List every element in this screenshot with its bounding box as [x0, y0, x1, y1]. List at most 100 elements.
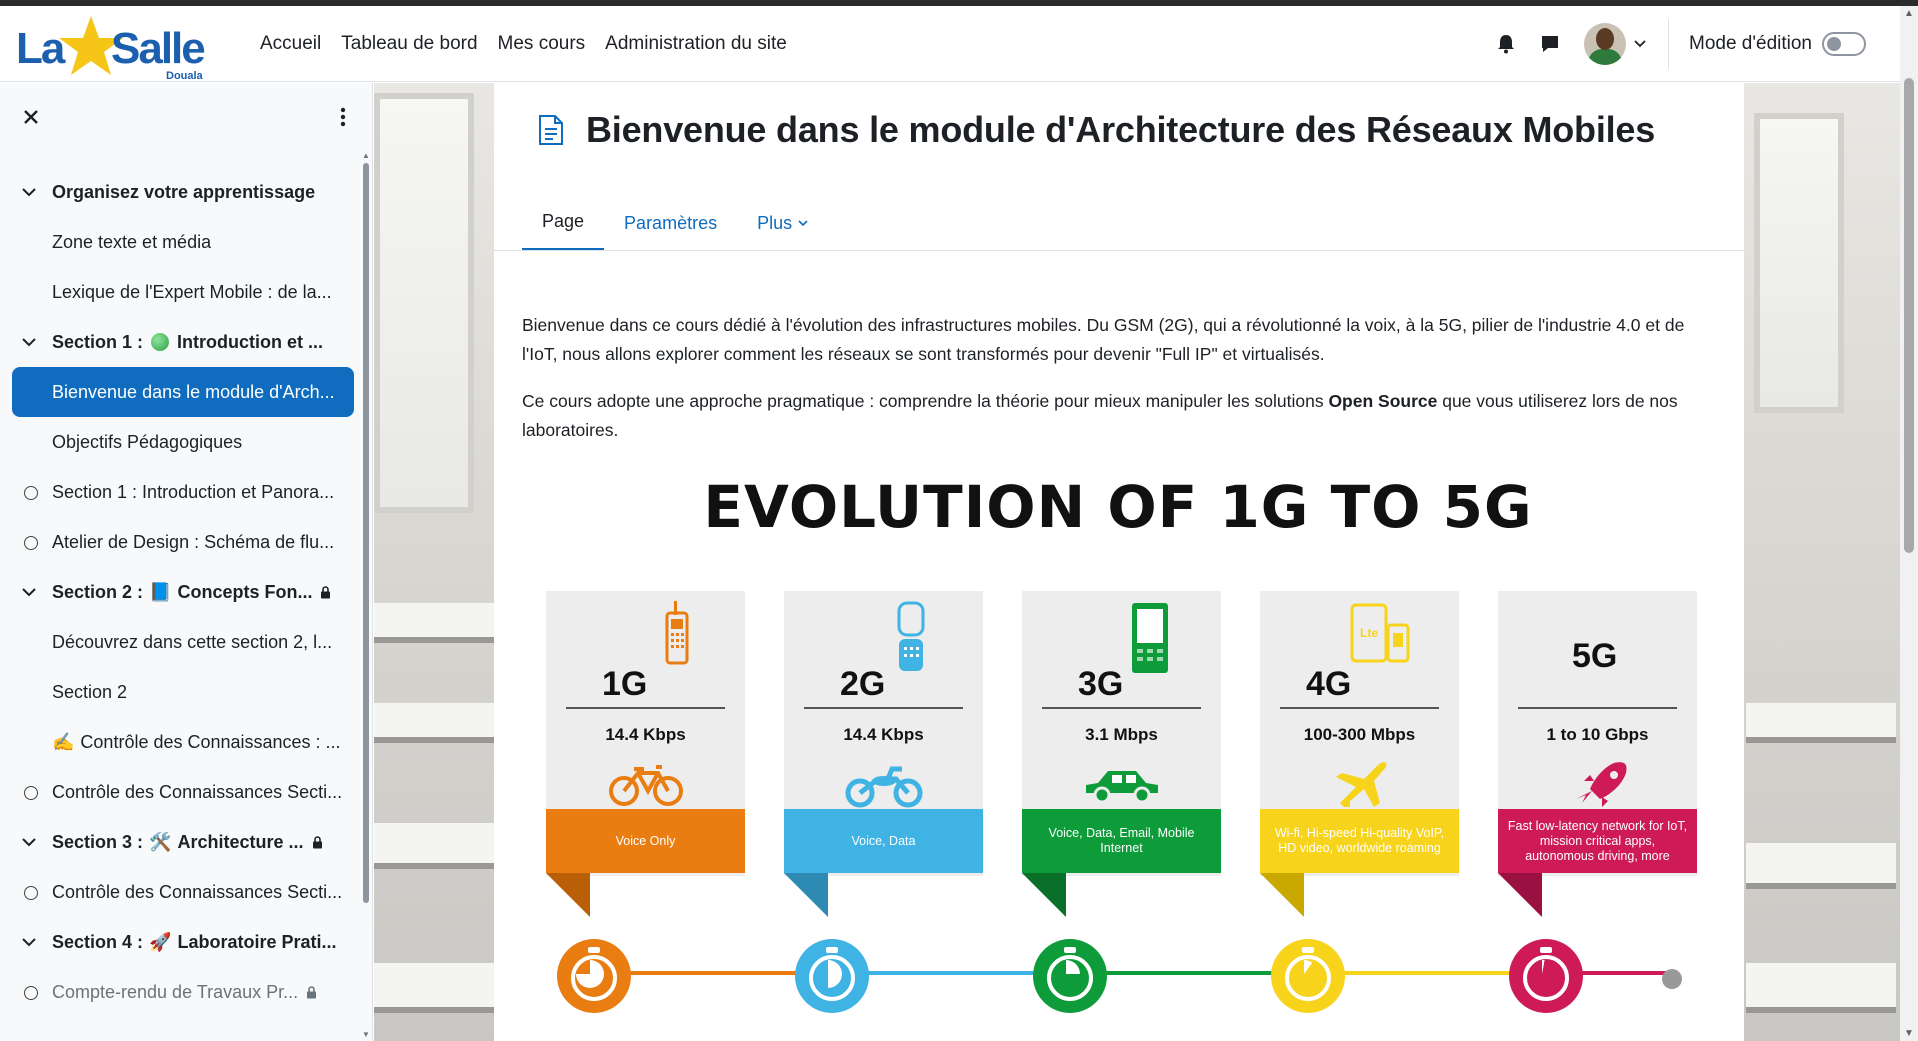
- edit-mode-control: Mode d'édition: [1689, 32, 1866, 56]
- index-item-label: Bienvenue dans le module d'Arch...: [52, 381, 335, 402]
- chevron-down-icon[interactable]: [22, 837, 40, 847]
- logo-subtitle: Douala: [166, 70, 203, 82]
- nav-link-accueil[interactable]: Accueil: [250, 33, 331, 55]
- nav-link-mes-cours[interactable]: Mes cours: [488, 33, 596, 55]
- section-2[interactable]: Section 2 : 📘 Concepts Fon...: [12, 567, 354, 617]
- course-index-list: Organisez votre apprentissage Zone texte…: [12, 167, 354, 1017]
- index-item-label: Découvrez dans cette section 2, l...: [52, 631, 333, 652]
- index-item-controle-section[interactable]: Contrôle des Connaissances Secti...: [12, 767, 354, 817]
- index-item-controle-connaissances[interactable]: ✍️ Contrôle des Connaissances : ...: [12, 717, 354, 767]
- messages-chat-icon[interactable]: [1530, 24, 1570, 64]
- drawer-scrollbar-thumb[interactable]: [363, 163, 369, 903]
- chevron-down-icon[interactable]: [22, 187, 40, 197]
- svg-text:Lte: Lte: [1360, 626, 1378, 640]
- navbar-divider: [1668, 19, 1669, 69]
- drawer-options-kebab-icon[interactable]: [340, 107, 346, 127]
- generation-speed: 3.1 Mbps: [1085, 725, 1158, 744]
- index-item-objectifs[interactable]: Objectifs Pédagogiques: [12, 417, 354, 467]
- chevron-down-icon[interactable]: [22, 937, 40, 947]
- secondary-navigation-tabs: Page Paramètres Plus: [522, 195, 828, 251]
- lte-tablet-icon: Lte: [1350, 603, 1410, 663]
- tab-parametres[interactable]: Paramètres: [604, 195, 737, 251]
- chevron-down-icon[interactable]: [22, 587, 40, 597]
- bicycle-icon: [609, 765, 683, 806]
- generation-band: Fast low-latency network for IoT, missio…: [1498, 809, 1697, 873]
- user-avatar[interactable]: [1584, 23, 1626, 65]
- infographic-title: EVOLUTION OF 1G TO 5G: [703, 473, 1533, 541]
- page-scrollbar[interactable]: ▲ ▼: [1900, 6, 1918, 1041]
- section-4[interactable]: Section 4 : 🚀 Laboratoire Prati...: [12, 917, 354, 967]
- banner-flag-tail: [1498, 873, 1542, 917]
- stopwatch-3g-icon: [1033, 939, 1107, 1013]
- banner-flag-tail: [546, 873, 590, 917]
- index-item-label: Section 1 : Introduction et Panora...: [52, 481, 335, 502]
- chevron-down-icon[interactable]: [22, 337, 40, 347]
- index-item-decouvrez[interactable]: Découvrez dans cette section 2, l...: [12, 617, 354, 667]
- index-item-label: Lexique de l'Expert Mobile : de la...: [52, 281, 332, 302]
- nav-link-tableau-de-bord[interactable]: Tableau de bord: [331, 33, 487, 55]
- notifications-bell-icon[interactable]: [1486, 24, 1526, 64]
- user-menu-chevron-down-icon[interactable]: [1634, 40, 1646, 48]
- index-item-label: Contrôle des Connaissances Secti...: [52, 881, 343, 902]
- banner-flag-tail: [1260, 873, 1304, 917]
- banner-flag-tail: [1022, 873, 1066, 917]
- generation-underline: [566, 707, 725, 709]
- rocket-icon: [1576, 762, 1627, 807]
- nav-link-administration[interactable]: Administration du site: [595, 33, 797, 55]
- generation-2g-column: 2G 14.4 Kbps Voice, Data: [784, 591, 983, 917]
- bg-window-left: [374, 93, 474, 513]
- index-item-zone-texte[interactable]: Zone texte et média: [12, 217, 354, 267]
- open-source-emphasis: Open Source: [1328, 391, 1438, 411]
- drawer-header: [0, 83, 372, 151]
- scroll-up-arrow-icon[interactable]: ▲: [1904, 8, 1914, 19]
- index-item-section2[interactable]: Section 2: [12, 667, 354, 717]
- generation-speed: 100-300 Mbps: [1303, 725, 1416, 744]
- tab-plus[interactable]: Plus: [737, 195, 828, 251]
- bg-desk: [1746, 843, 1896, 889]
- lasalle-logo[interactable]: La Salle Douala: [16, 14, 211, 82]
- index-item-controle-section3[interactable]: Contrôle des Connaissances Secti...: [12, 867, 354, 917]
- generation-speed: 14.4 Kbps: [605, 725, 686, 744]
- page-scrollbar-thumb[interactable]: [1904, 78, 1914, 553]
- edit-mode-toggle[interactable]: [1822, 32, 1866, 56]
- tabs-divider: [494, 250, 1744, 251]
- generation-speed: 14.4 Kbps: [843, 725, 924, 744]
- section-3[interactable]: Section 3 : 🛠️ Architecture ...: [12, 817, 354, 867]
- blue-book-icon: 📘: [149, 581, 172, 602]
- index-item-bienvenue-active[interactable]: Bienvenue dans le module d'Arch...: [12, 367, 354, 417]
- generation-band: Voice, Data: [784, 809, 983, 873]
- drawer-scroll-down-icon[interactable]: ▼: [362, 1030, 370, 1039]
- generation-name: 4G: [1306, 665, 1352, 703]
- course-index-drawer: ▲ ▼ Organisez votre apprentissage Zone t…: [0, 83, 373, 1041]
- bg-desk: [374, 823, 494, 869]
- generation-5g-column: 5G 1 to 10 Gbps Fast low-latency network…: [1498, 591, 1697, 917]
- tools-icon: 🛠️: [149, 831, 172, 852]
- flip-phone-icon: [897, 601, 925, 671]
- lock-icon: [312, 835, 322, 848]
- index-item-section1-intro[interactable]: Section 1 : Introduction et Panora...: [12, 467, 354, 517]
- generation-underline: [1042, 707, 1201, 709]
- tab-page[interactable]: Page: [522, 195, 605, 251]
- generation-name: 5G: [1572, 637, 1618, 675]
- generation-name: 3G: [1078, 665, 1124, 703]
- section-prefix: Section 4 :: [52, 931, 144, 952]
- index-item-compte-rendu[interactable]: Compte-rendu de Travaux Pr...: [12, 967, 354, 1017]
- index-item-atelier-design[interactable]: Atelier de Design : Schéma de flu...: [12, 517, 354, 567]
- drawer-scroll-up-icon[interactable]: ▲: [362, 151, 370, 160]
- section-1[interactable]: Section 1 : Introduction et ...: [12, 317, 354, 367]
- stopwatch-5g-icon: [1509, 939, 1583, 1013]
- index-item-label: Section 2: [52, 681, 128, 702]
- generation-band: Wi-fi, Hi-speed Hi-quality VoIP, HD vide…: [1260, 809, 1459, 873]
- index-item-label: Compte-rendu de Travaux Pr...: [52, 981, 299, 1002]
- scroll-down-arrow-icon[interactable]: ▼: [1904, 1028, 1914, 1039]
- page-document-icon: [539, 115, 563, 145]
- green-circle-icon: [151, 333, 170, 351]
- drawer-scrollbar[interactable]: ▲ ▼: [362, 151, 370, 1039]
- generation-underline: [804, 707, 963, 709]
- index-item-label: Atelier de Design : Schéma de flu...: [52, 531, 335, 552]
- close-drawer-icon[interactable]: [24, 110, 38, 124]
- stopwatch-1g-icon: [557, 939, 631, 1013]
- index-item-lexique[interactable]: Lexique de l'Expert Mobile : de la...: [12, 267, 354, 317]
- section-organisez[interactable]: Organisez votre apprentissage: [12, 167, 354, 217]
- generation-underline: [1518, 707, 1677, 709]
